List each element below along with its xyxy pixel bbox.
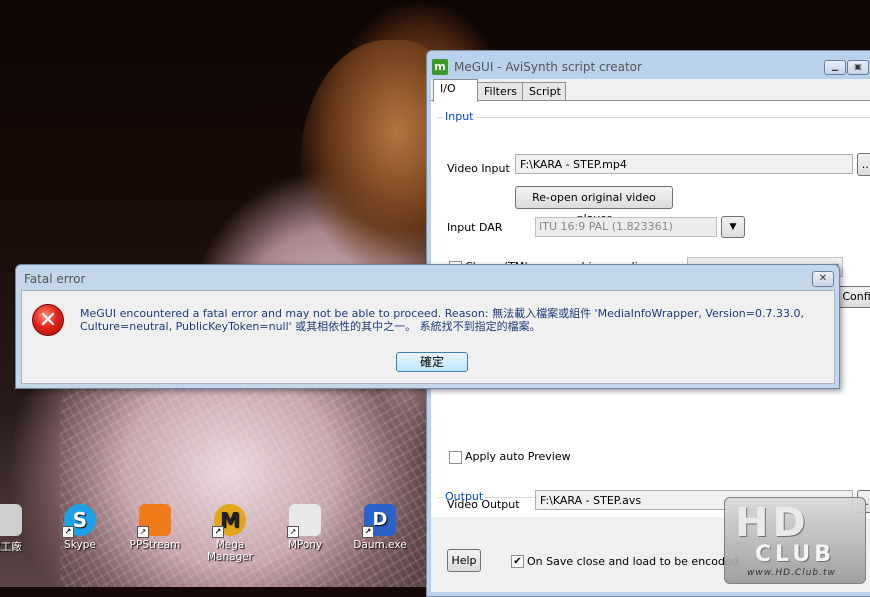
desktop-icon-daum[interactable]: D ↗ Daum.exe: [348, 504, 412, 551]
format-factory-icon: [0, 504, 22, 536]
error-message: MeGUI encountered a fatal error and may …: [80, 307, 804, 333]
watermark-hd: HD: [735, 500, 810, 546]
tab-io[interactable]: I/O: [433, 79, 478, 102]
desktop-icon-mpony[interactable]: ↗ MPony: [273, 504, 337, 551]
video-input-label: Video Input: [447, 162, 510, 175]
video-output-label: Video Output: [447, 498, 520, 511]
config-button[interactable]: Config: [837, 286, 870, 308]
apply-auto-preview-label: Apply auto Preview: [465, 450, 571, 463]
watermark-url: www.HD.Club.tw: [747, 568, 836, 578]
video-input-browse-button[interactable]: ...: [857, 153, 870, 176]
dialog-title: Fatal error: [24, 272, 86, 286]
reopen-video-player-button[interactable]: Re-open original video player: [515, 186, 673, 225]
error-icon: ✕: [32, 304, 64, 336]
minimize-button[interactable]: ▁: [824, 60, 846, 75]
desktop-icon-ppstream[interactable]: ↗ PPStream: [123, 504, 187, 551]
input-dar-dropdown-button[interactable]: ▼: [721, 216, 745, 238]
desktop-icon-format-factory[interactable]: 式工廠: [0, 504, 38, 554]
input-dar-label: Input DAR: [447, 221, 503, 234]
tab-script[interactable]: Script: [522, 82, 566, 101]
input-dar-select[interactable]: ITU 16:9 PAL (1.823361): [535, 217, 717, 237]
video-input-field[interactable]: F:\KARA - STEP.mp4: [515, 154, 853, 174]
skype-icon: S ↗: [62, 504, 96, 538]
ok-button[interactable]: 確定: [396, 352, 468, 372]
tab-filters[interactable]: Filters: [477, 82, 524, 101]
fatal-error-dialog: Fatal error ✕ ✕ MeGUI encountered a fata…: [15, 264, 840, 389]
help-button[interactable]: Help: [447, 549, 481, 572]
megui-titlebar[interactable]: m MeGUI - AviSynth script creator ▁ ▣: [427, 51, 870, 79]
mega-manager-icon: M ↗: [212, 504, 246, 538]
hd-club-watermark: HD CLUB www.HD.Club.tw: [724, 497, 866, 584]
desktop-icon-label: Daum.exe: [353, 539, 407, 551]
watermark-club: CLUB: [755, 542, 836, 567]
desktop-icon-skype[interactable]: S ↗ Skype: [48, 504, 112, 551]
desktop-icon-label: MPony: [287, 539, 323, 551]
desktop-icon-label: Skype: [64, 539, 96, 551]
desktop-icon-label: 式工廠: [0, 541, 22, 553]
maximize-button[interactable]: ▣: [847, 60, 869, 75]
desktop-icon-label: PPStream: [129, 539, 181, 551]
desktop-icon-mega-manager[interactable]: M ↗ Mega Manager: [198, 504, 262, 563]
input-group-label: Input: [443, 110, 476, 123]
apply-auto-preview-checkbox[interactable]: [449, 451, 462, 464]
dialog-body: ✕ MeGUI encountered a fatal error and ma…: [21, 290, 835, 384]
ppstream-icon: ↗: [137, 504, 171, 538]
megui-app-icon: m: [432, 59, 448, 75]
desktop-icon-label: Mega Manager: [206, 539, 254, 563]
mpony-icon: ↗: [287, 504, 321, 538]
on-save-close-checkbox[interactable]: ✔: [511, 555, 524, 568]
on-save-close-label: On Save close and load to be encoded: [527, 555, 739, 568]
dialog-close-button[interactable]: ✕: [812, 271, 834, 287]
daum-icon: D ↗: [362, 504, 396, 538]
megui-window-title: MeGUI - AviSynth script creator: [454, 60, 642, 74]
